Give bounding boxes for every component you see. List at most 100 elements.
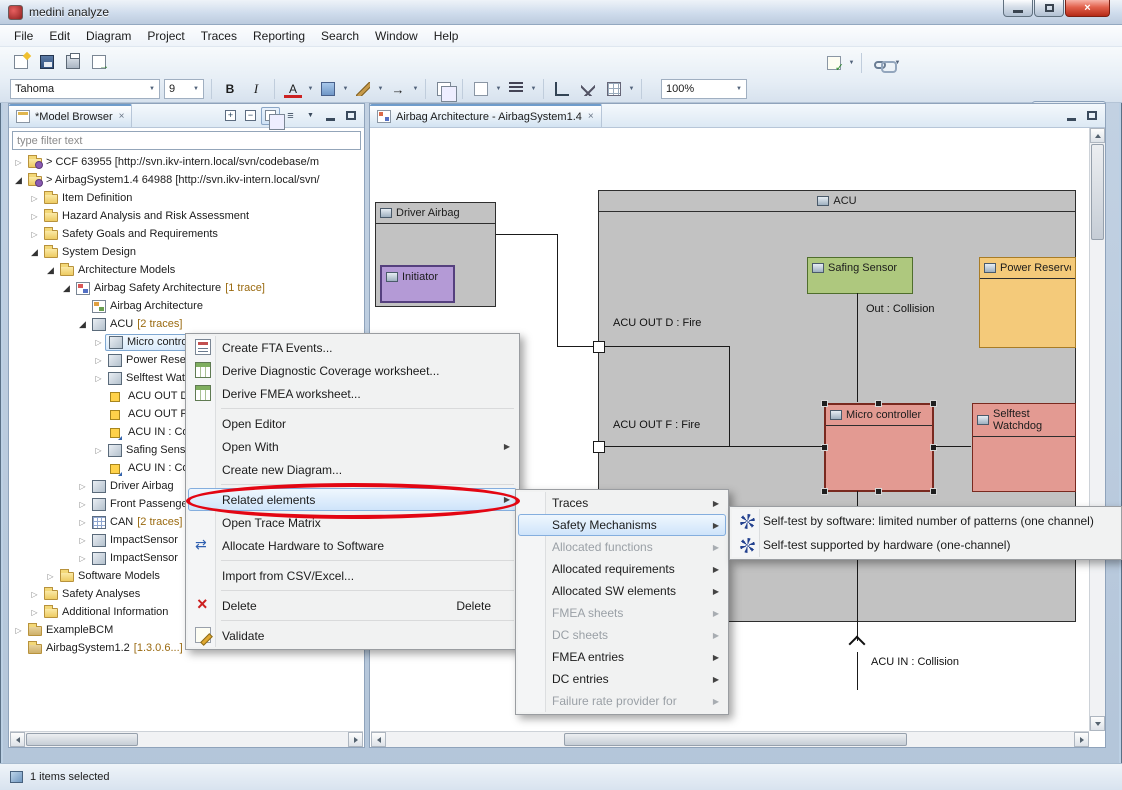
line-style-dropdown[interactable] [376, 78, 385, 100]
tree-item[interactable]: ◢ACU[2 traces] [10, 315, 363, 333]
twistie-icon[interactable]: ▷ [92, 374, 105, 383]
bold-button[interactable]: B [218, 78, 242, 100]
twistie-icon[interactable]: ▷ [76, 536, 89, 545]
selection-handle-icon[interactable] [930, 444, 937, 451]
arrow-style-button[interactable] [386, 78, 410, 100]
context-menu-item[interactable]: Derive Diagnostic Coverage worksheet... [188, 359, 517, 382]
connector-line[interactable] [557, 234, 558, 347]
copy-appearance-button[interactable] [432, 78, 456, 100]
route-button[interactable] [550, 78, 574, 100]
safety-mechanism-item[interactable]: Self-test by software: limited number of… [732, 509, 1119, 533]
submenu-item[interactable]: Allocated SW elements [518, 580, 726, 602]
context-menu-item[interactable]: Create new Diagram... [188, 458, 517, 481]
twistie-icon[interactable]: ◢ [60, 283, 73, 294]
snap-button[interactable] [469, 78, 493, 100]
tree-item[interactable]: ▷Item Definition [10, 189, 363, 207]
block-driver-airbag[interactable]: Driver Airbag Initiator [375, 202, 496, 307]
twistie-icon[interactable]: ▷ [28, 608, 41, 617]
twistie-icon[interactable]: ▷ [76, 554, 89, 563]
expand-all-button[interactable]: + [221, 107, 240, 125]
scroll-down-button[interactable] [1090, 716, 1105, 731]
selection-handle-icon[interactable] [875, 400, 882, 407]
tree-item[interactable]: ◢Architecture Models [10, 261, 363, 279]
menu-traces[interactable]: Traces [193, 26, 245, 46]
split-button[interactable] [576, 78, 600, 100]
twistie-icon[interactable]: ▷ [28, 194, 41, 203]
editor-vscrollbar[interactable] [1089, 128, 1105, 731]
connector-line[interactable] [933, 446, 971, 447]
tree-item[interactable]: ▷Hazard Analysis and Risk Assessment [10, 207, 363, 225]
close-editor-icon[interactable]: × [588, 111, 594, 122]
connector-line[interactable] [604, 346, 730, 347]
twistie-icon[interactable]: ◢ [28, 247, 41, 258]
context-menu-item[interactable]: Derive FMEA worksheet... [188, 382, 517, 405]
twistie-icon[interactable]: ▷ [28, 230, 41, 239]
selection-handle-icon[interactable] [821, 444, 828, 451]
zoom-combobox[interactable]: 100% [661, 79, 747, 99]
scroll-thumb[interactable] [26, 733, 138, 746]
tree-item[interactable]: ▷Safety Goals and Requirements [10, 225, 363, 243]
context-menu-item[interactable]: Open Editor [188, 412, 517, 435]
maximize-button[interactable] [1034, 0, 1064, 17]
twistie-icon[interactable]: ▷ [44, 572, 57, 581]
menu-window[interactable]: Window [367, 26, 426, 46]
scroll-up-button[interactable] [1090, 128, 1105, 143]
maximize-editor-button[interactable] [1082, 107, 1101, 125]
twistie-icon[interactable]: ▷ [12, 626, 25, 635]
validate-button[interactable] [822, 52, 846, 74]
tree-item[interactable]: ◢> AirbagSystem1.4 64988 [http://svn.ikv… [10, 171, 363, 189]
view-menu-button[interactable] [301, 107, 320, 125]
font-color-button[interactable]: A [281, 78, 305, 100]
context-menu-item[interactable]: Create FTA Events... [188, 336, 517, 359]
menu-file[interactable]: File [6, 26, 41, 46]
connector-line[interactable] [557, 346, 593, 347]
scroll-thumb[interactable] [564, 733, 907, 746]
save-button[interactable] [35, 51, 59, 73]
connector-line[interactable] [857, 652, 858, 690]
menu-project[interactable]: Project [139, 26, 192, 46]
connector-line[interactable] [857, 293, 858, 402]
menu-search[interactable]: Search [313, 26, 367, 46]
twistie-icon[interactable]: ▷ [92, 446, 105, 455]
twistie-icon[interactable]: ◢ [44, 265, 57, 276]
safety-mechanism-item[interactable]: Self-test supported by hardware (one-cha… [732, 533, 1119, 557]
model-browser-tab[interactable]: *Model Browser × [9, 104, 132, 127]
submenu-item[interactable]: Traces [518, 492, 726, 514]
submenu-item[interactable]: FMEA entries [518, 646, 726, 668]
selection-handle-icon[interactable] [875, 488, 882, 495]
titlebar[interactable]: medini analyze [0, 0, 1122, 25]
context-menu-item[interactable]: Allocate Hardware to Software [188, 534, 517, 557]
minimize-button[interactable] [1003, 0, 1033, 17]
editor-hscrollbar[interactable] [371, 731, 1089, 747]
editor-tab[interactable]: Airbag Architecture - AirbagSystem1.4 × [370, 104, 602, 127]
connector-line[interactable] [604, 446, 823, 447]
menu-reporting[interactable]: Reporting [245, 26, 313, 46]
twistie-icon[interactable]: ◢ [12, 175, 25, 186]
tree-item[interactable]: ◢Airbag Safety Architecture[1 trace] [10, 279, 363, 297]
tree-item[interactable]: Airbag Architecture [10, 297, 363, 315]
twistie-icon[interactable]: ▷ [76, 518, 89, 527]
fill-color-button[interactable] [316, 78, 340, 100]
scroll-left-button[interactable] [10, 732, 25, 747]
align-dropdown[interactable] [529, 78, 538, 100]
connector-line[interactable] [729, 346, 730, 447]
block-selftest-watchdog[interactable]: Selftest Watchdog [972, 403, 1076, 492]
block-micro-controller[interactable]: Micro controller [824, 403, 934, 492]
scroll-right-button[interactable] [348, 732, 363, 747]
line-style-button[interactable] [351, 78, 375, 100]
new-button[interactable] [9, 51, 33, 73]
fill-color-dropdown[interactable] [341, 78, 350, 100]
submenu-item[interactable]: Allocated requirements [518, 558, 726, 580]
twistie-icon[interactable]: ▷ [92, 338, 105, 347]
align-button[interactable] [504, 78, 528, 100]
export-button[interactable] [87, 51, 111, 73]
twistie-icon[interactable]: ▷ [28, 212, 41, 221]
collapse-all-button[interactable]: − [241, 107, 260, 125]
minimize-view-button[interactable] [321, 107, 340, 125]
context-menu-item[interactable]: DeleteDelete [188, 594, 517, 617]
model-browser-hscrollbar[interactable] [10, 731, 363, 747]
menu-help[interactable]: Help [426, 26, 467, 46]
context-menu-item[interactable]: Open With [188, 435, 517, 458]
twistie-icon[interactable]: ◢ [76, 319, 89, 330]
selection-handle-icon[interactable] [821, 400, 828, 407]
